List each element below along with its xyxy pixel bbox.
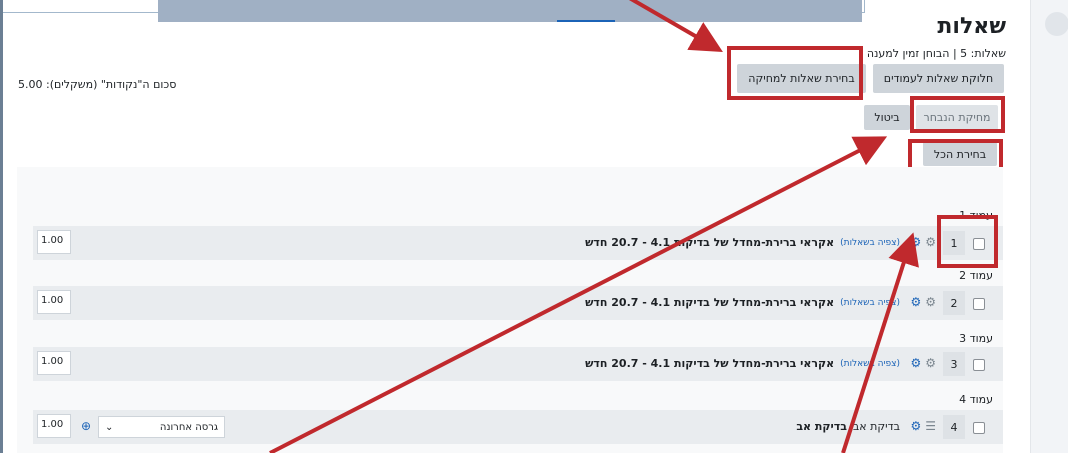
question-checkbox[interactable] [973, 422, 985, 434]
question-text: (צפיה בשאלות) אקראי ברירת-מחדל של בדיקות… [585, 357, 900, 370]
question-number: 2 [943, 291, 965, 315]
question-icons: ⚙ ☰ [910, 419, 936, 433]
top-strip-accent [557, 20, 615, 22]
question-icons: ⚙ ⚙ [910, 295, 936, 309]
question-row: 1.00 3 ⚙ ⚙ (צפיה בשאלות) אקראי ברירת-מחד… [33, 347, 1003, 381]
question-row: 1.00 ⊕ גרסה אחרונה ⌄ 4 ⚙ ☰ בדיקת אב בדיק… [33, 410, 1003, 444]
annotation-box-question-checkbox [937, 215, 998, 268]
gear-icon[interactable]: ⚙ [910, 235, 921, 249]
mark-input[interactable]: 1.00 [37, 414, 71, 438]
cancel-button[interactable]: ביטול [864, 105, 910, 130]
question-text: (צפיה בשאלות) אקראי ברירת-מחדל של בדיקות… [585, 296, 900, 309]
question-title[interactable]: בדיקת אב [796, 420, 847, 433]
question-text: (צפיה בשאלות) אקראי ברירת-מחדל של בדיקות… [585, 236, 900, 249]
page-label: עמוד 4 [959, 393, 993, 406]
question-title[interactable]: אקראי ברירת-מחדל של בדיקות 4.1 - 20.7 חד… [585, 296, 834, 309]
random-question-icon: ⚙ [925, 356, 936, 370]
question-title[interactable]: אקראי ברירת-מחדל של בדיקות 4.1 - 20.7 חד… [585, 236, 834, 249]
page-label: עמוד 2 [959, 269, 993, 282]
magnifier-icon[interactable]: ⊕ [81, 419, 91, 433]
question-icons: ⚙ ⚙ [910, 235, 936, 249]
gear-icon[interactable]: ⚙ [910, 419, 921, 433]
page-label: עמוד 3 [959, 332, 993, 345]
question-row: 1.00 2 ⚙ ⚙ (צפיה בשאלות) אקראי ברירת-מחד… [33, 286, 1003, 320]
view-questions-link[interactable]: (צפיה בשאלות) [840, 298, 900, 308]
multichoice-icon: ☰ [925, 419, 936, 433]
version-select-value: גרסה אחרונה [159, 421, 218, 433]
question-checkbox[interactable] [973, 298, 985, 310]
question-title[interactable]: אקראי ברירת-מחדל של בדיקות 4.1 - 20.7 חד… [585, 357, 834, 370]
mark-input[interactable]: 1.00 [37, 290, 71, 314]
drawer-toggle[interactable] [1045, 12, 1068, 36]
question-number: 3 [943, 352, 965, 376]
frame-right-line [864, 0, 865, 12]
top-strip [158, 0, 862, 22]
mark-input[interactable]: 1.00 [37, 230, 71, 254]
gear-icon[interactable]: ⚙ [910, 356, 921, 370]
question-row: 1.00 1 ⚙ ⚙ (צפיה בשאלות) אקראי ברירת-מחד… [33, 226, 1003, 260]
question-icons: ⚙ ⚙ [910, 356, 936, 370]
view-questions-link[interactable]: (צפיה בשאלות) [840, 359, 900, 369]
random-question-icon: ⚙ [925, 295, 936, 309]
annotation-box-delete-selected [910, 96, 1005, 133]
question-text: בדיקת אב בדיקת אב [796, 420, 900, 433]
page-title: שאלות [937, 14, 1006, 39]
annotation-box-select-multiple [727, 46, 863, 100]
question-subtitle: בדיקת אב [852, 420, 900, 433]
sum-of-marks: סכום ה"נקודות" (משקלים): 5.00 [18, 78, 177, 91]
question-checkbox[interactable] [973, 359, 985, 371]
gear-icon[interactable]: ⚙ [910, 295, 921, 309]
left-edge-bar [0, 0, 3, 453]
random-question-icon: ⚙ [925, 235, 936, 249]
view-questions-link[interactable]: (צפיה בשאלות) [840, 238, 900, 248]
version-select[interactable]: גרסה אחרונה ⌄ [98, 416, 225, 438]
mark-input[interactable]: 1.00 [37, 351, 71, 375]
repaginate-button[interactable]: חלוקת שאלות לעמודים [873, 64, 1004, 93]
chevron-down-icon: ⌄ [105, 421, 114, 433]
question-number: 4 [943, 415, 965, 439]
right-drawer [1030, 0, 1068, 453]
